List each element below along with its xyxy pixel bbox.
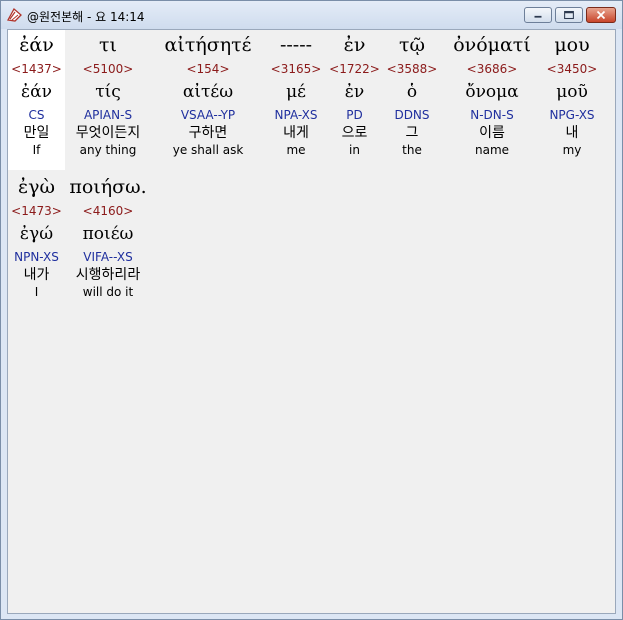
morphology-code: VIFA--XS (83, 250, 133, 264)
english-gloss: me (286, 143, 306, 157)
greek-word: τι (99, 34, 117, 56)
strong-number[interactable]: <4160> (65, 202, 151, 220)
english-gloss: any thing (79, 143, 137, 157)
korean-gloss: 구하면 (188, 125, 228, 141)
greek-word: ἐάν (19, 34, 54, 56)
word-column[interactable]: τι <5100> τίς APIAN-S 무엇이든지 any thing (65, 30, 151, 158)
greek-word: αἰτήσητέ (164, 34, 252, 56)
lexical-form: αἰτέω (182, 82, 234, 102)
lexical-form: ἐάν (21, 82, 52, 102)
word-column[interactable]: ἐγὼ <1473> ἐγώ NPN-XS 내가 I (8, 172, 65, 300)
word-column[interactable]: τῷ <3588> ὁ DDNS 그 the (382, 30, 442, 158)
strong-number[interactable]: <3165> (265, 60, 327, 78)
korean-gloss: 내가 (23, 267, 50, 283)
close-button[interactable] (586, 7, 616, 23)
lexical-form: ἐν (344, 82, 365, 102)
strong-number[interactable]: <3686> (442, 60, 542, 78)
english-gloss: ye shall ask (172, 143, 244, 157)
lexical-form: τίς (95, 82, 121, 102)
morphology-code: PD (346, 108, 363, 122)
english-gloss: I (34, 285, 39, 299)
title-bar[interactable]: @원전본해 - 요 14:14 (1, 1, 622, 29)
word-column[interactable]: ἐν <1722> ἐν PD 으로 in (327, 30, 382, 158)
english-gloss: If (32, 143, 41, 157)
greek-word: ποιήσω. (69, 176, 147, 198)
strong-number[interactable]: <3450> (542, 60, 602, 78)
lexical-form: ποιέω (82, 224, 134, 244)
lexical-form: ἐγώ (19, 224, 54, 244)
word-column[interactable]: αἰτήσητέ <154> αἰτέω VSAA--YP 구하면 ye sha… (151, 30, 265, 158)
english-gloss: in (349, 143, 360, 157)
word-column[interactable]: ὀνόματί <3686> ὄνομα N-DN-S 이름 name (442, 30, 542, 158)
window-title: @원전본해 - 요 14:14 (27, 10, 145, 24)
lexical-form: μοῦ (556, 82, 588, 102)
maximize-icon (564, 10, 574, 20)
morphology-code: NPN-XS (14, 250, 59, 264)
greek-word: τῷ (398, 34, 425, 56)
morphology-code: DDNS (394, 108, 430, 122)
strong-number[interactable]: <3588> (382, 60, 442, 78)
korean-gloss: 으로 (341, 125, 368, 141)
korean-gloss: 내게 (283, 125, 309, 141)
greek-word: ἐν (343, 34, 366, 56)
korean-gloss: 만일 (23, 125, 50, 141)
close-icon (596, 10, 606, 20)
greek-word: μου (554, 34, 590, 56)
korean-gloss: 내 (565, 125, 579, 141)
lexical-form: ὄνομα (465, 82, 519, 102)
morphology-code: APIAN-S (83, 108, 133, 122)
greek-word: ----- (279, 34, 313, 56)
strong-number[interactable]: <5100> (65, 60, 151, 78)
english-gloss: name (474, 143, 510, 157)
english-gloss: my (562, 143, 582, 157)
app-icon (6, 7, 23, 23)
morphology-code: N-DN-S (470, 108, 514, 122)
korean-gloss: 무엇이든지 (75, 125, 141, 141)
strong-number[interactable]: <1473> (8, 202, 65, 220)
korean-gloss: 시행하리라 (75, 267, 141, 283)
minimize-icon (534, 15, 542, 18)
strong-number[interactable]: <1437> (8, 60, 65, 78)
greek-word: ὀνόματί (453, 34, 531, 56)
app-window: @원전본해 - 요 14:14 ἐάν <1437> ἐάν CS 만일 If … (0, 0, 623, 620)
morphology-code: NPA-XS (274, 108, 318, 122)
maximize-button[interactable] (555, 7, 583, 23)
word-column[interactable]: μου <3450> μοῦ NPG-XS 내 my (542, 30, 602, 158)
korean-gloss: 이름 (479, 125, 505, 141)
korean-gloss: 그 (405, 125, 419, 141)
morphology-code: CS (28, 108, 45, 122)
word-column[interactable]: ποιήσω. <4160> ποιέω VIFA--XS 시행하리라 will… (65, 172, 151, 300)
word-column[interactable]: ἐάν <1437> ἐάν CS 만일 If (8, 30, 65, 170)
morphology-code: NPG-XS (549, 108, 595, 122)
strong-number[interactable]: <1722> (327, 60, 382, 78)
english-gloss: will do it (82, 285, 134, 299)
greek-word: ἐγὼ (17, 176, 56, 198)
minimize-button[interactable] (524, 7, 552, 23)
strong-number[interactable]: <154> (151, 60, 265, 78)
english-gloss: the (402, 143, 422, 157)
interlinear-view: ἐάν <1437> ἐάν CS 만일 If τι <5100> τίς AP… (7, 29, 616, 614)
morphology-code: VSAA--YP (180, 108, 236, 122)
lexical-form: ὁ (406, 82, 418, 102)
lexical-form: μέ (286, 82, 306, 102)
word-column[interactable]: ----- <3165> μέ NPA-XS 내게 me (265, 30, 327, 158)
